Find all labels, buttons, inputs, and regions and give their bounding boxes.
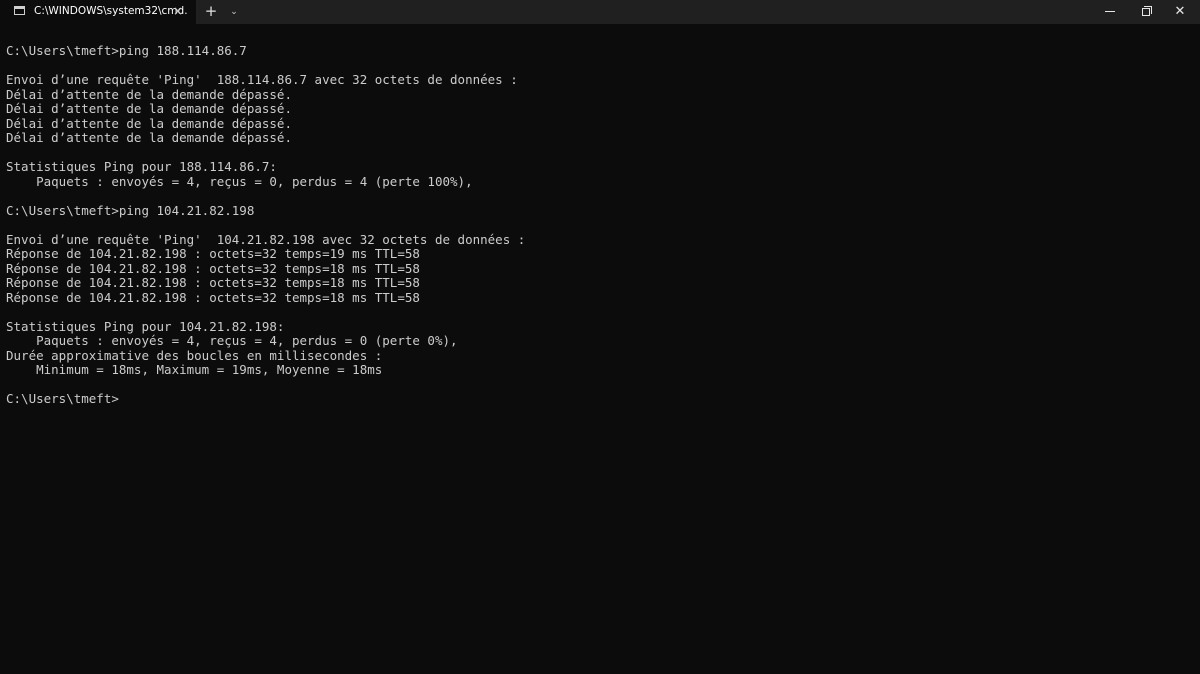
console-line: Délai d’attente de la demande dépassé. [6,115,292,131]
console-line: C:\Users\tmeft>ping 188.114.86.7 [6,43,247,58]
minimize-button[interactable] [1090,0,1130,24]
terminal-window: C:\WINDOWS\system32\cmd. × + ⌄ ✕ C:\User… [0,0,1200,674]
console-line: Statistiques Ping pour 104.21.82.198: [6,318,285,334]
tab-title: C:\WINDOWS\system32\cmd. [34,5,188,17]
tab-cmd[interactable]: C:\WINDOWS\system32\cmd. × [0,0,196,24]
console-line: Réponse de 104.21.82.198 : octets=32 tem… [6,275,420,290]
restore-icon [1142,6,1152,16]
console-line: Durée approximative des boucles en milli… [6,347,383,363]
console-line: Envoi d’une requête 'Ping' 104.21.82.198… [6,231,526,247]
console-line: C:\Users\tmeft>ping 104.21.82.198 [6,202,255,218]
minimize-icon [1105,11,1115,12]
console-line: Délai d’attente de la demande dépassé. [6,130,292,145]
close-tab-icon[interactable]: × [171,4,185,18]
console-line: Minimum = 18ms, Maximum = 19ms, Moyenne … [6,362,383,377]
close-window-button[interactable]: ✕ [1160,0,1200,24]
console-line: Réponse de 104.21.82.198 : octets=32 tem… [6,260,420,276]
console-line: Paquets : envoyés = 4, reçus = 0, perdus… [6,173,473,189]
console-icon [14,6,25,15]
console-line: Statistiques Ping pour 188.114.86.7: [6,159,277,174]
new-tab-button[interactable]: + [203,3,219,19]
console-output[interactable]: C:\Users\tmeft>ping 188.114.86.7 Envoi d… [6,43,1194,407]
close-icon: ✕ [1174,4,1186,19]
console-line: Délai d’attente de la demande dépassé. [6,101,292,116]
console-line: Délai d’attente de la demande dépassé. [6,86,292,102]
command-prompt[interactable]: C:\Users\tmeft> [6,391,1194,407]
chevron-down-icon[interactable]: ⌄ [226,4,242,20]
console-line: Réponse de 104.21.82.198 : octets=32 tem… [6,246,420,261]
console-line: Envoi d’une requête 'Ping' 188.114.86.7 … [6,72,518,87]
console-line: Réponse de 104.21.82.198 : octets=32 tem… [6,289,420,305]
title-bar[interactable]: C:\WINDOWS\system32\cmd. × + ⌄ ✕ [0,0,1200,24]
console-line: Paquets : envoyés = 4, reçus = 4, perdus… [6,333,458,348]
